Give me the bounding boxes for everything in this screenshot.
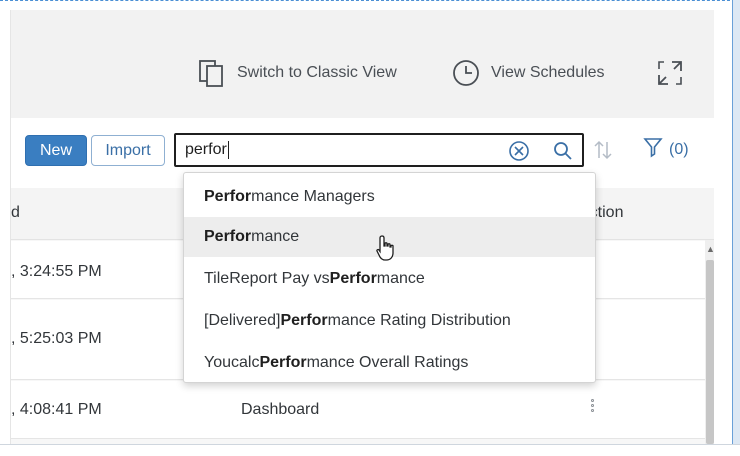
more-options-icon[interactable] [591,399,594,414]
suggestion-text-pre: [Delivered] [204,312,281,329]
suggestion-text-post: mance [376,270,425,287]
table-row[interactable]: , 4:08:41 PM Dashboard [11,381,705,439]
search-input[interactable]: perfor [185,141,227,159]
suggestion-match: Perfor [204,188,252,205]
clear-icon[interactable] [508,140,530,167]
search-field[interactable]: perfor [174,133,584,167]
import-button[interactable]: Import [91,135,165,166]
clock-icon [451,58,481,88]
modified-cell: , 3:24:55 PM [11,263,102,280]
expand-icon [655,58,685,88]
funnel-icon [643,136,663,163]
sort-icon[interactable] [591,138,615,167]
suggestion-text-pre: TileReport Pay vs [204,270,330,287]
suggestion-text-post: mance [251,228,300,245]
suggestion-item[interactable]: [Delivered] Perfor mance Rating Distribut… [184,301,595,341]
view-schedules-button[interactable]: View Schedules [451,56,605,90]
switch-view-button[interactable]: Switch to Classic View [197,56,397,90]
text-cursor [227,141,229,159]
frame-top-border [0,0,740,1]
filter-button[interactable]: (0) [643,136,689,163]
suggestion-match: Perfor [204,228,252,245]
suggestion-match: Perfor [259,354,307,371]
switch-view-label: Switch to Classic View [237,64,397,81]
hand-cursor-icon [375,234,397,267]
suggestion-text-post: mance Managers [251,188,375,205]
modified-cell: , 5:25:03 PM [11,330,102,347]
suggestion-text-post: mance Overall Ratings [306,354,469,371]
search-suggestions: Perfor mance Managers Perfor mance TileRep… [183,172,596,383]
suggestion-match: Perfor [329,270,377,287]
suggestion-text-pre: Youcalc [204,354,260,371]
scrollbar-thumb[interactable] [706,260,714,444]
suggestion-text-post: mance Rating Distribution [327,312,511,329]
new-button[interactable]: New [25,135,87,166]
scroll-up-icon[interactable]: ▲ [706,244,714,254]
suggestion-match: Perfor [280,312,328,329]
modified-cell: , 4:08:41 PM [11,401,102,418]
app-container: Switch to Classic View View Schedules Ne… [10,10,714,444]
filter-count: (0) [669,140,689,158]
vertical-scrollbar[interactable]: ▲ [705,240,714,444]
suggestion-item[interactable]: Perfor mance Managers [184,177,595,217]
fullscreen-button[interactable] [655,56,685,90]
search-icon[interactable] [552,140,574,167]
window-edge [732,0,740,456]
copy-icon [197,58,227,88]
column-header-modified[interactable]: d [11,204,20,222]
type-cell: Dashboard [241,401,320,418]
frame-bottom [0,444,740,456]
suggestion-item[interactable]: Youcalc Perfor mance Overall Ratings [184,343,595,383]
view-schedules-label: View Schedules [491,64,605,81]
